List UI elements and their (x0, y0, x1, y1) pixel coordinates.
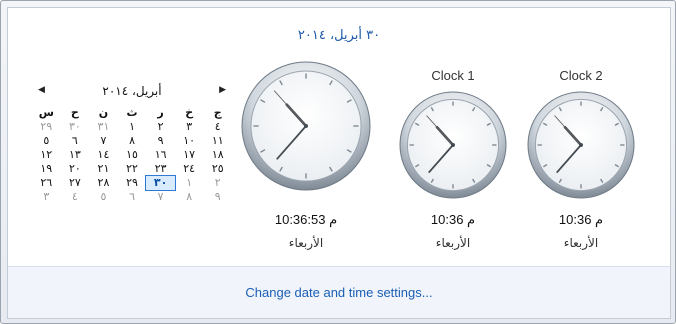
clock-center (304, 124, 308, 128)
calendar-day[interactable]: ٦ (118, 190, 147, 204)
calendar-day[interactable]: ٢٤ (175, 162, 204, 176)
calendar-grid: س ح ن ث ر خ ج ٢٩ ٣٠ ٣١ ١ ٢ ٣ ٤ ٥ ٦ ٧ ٨ ٩… (32, 106, 232, 204)
calendar-day[interactable]: ١٣ (61, 148, 90, 162)
calendar-day[interactable]: ٦ (61, 134, 90, 148)
calendar-day[interactable]: ١٤ (89, 148, 118, 162)
clock-day: الأربعاء (435, 236, 471, 250)
clock-time: 10:36 م (558, 212, 604, 227)
clock-title: Clock 2 (559, 68, 603, 83)
calendar-day[interactable]: ٨ (118, 134, 147, 148)
calendar-day[interactable]: ٢٩ (118, 176, 147, 190)
calendar-day[interactable]: ١٩ (32, 162, 61, 176)
current-date-label[interactable]: ٣٠ أبريل، ٢٠١٤ (8, 28, 670, 43)
calendar-day[interactable]: ٥ (32, 134, 61, 148)
analog-clock-face (527, 91, 635, 199)
calendar-header: ◀ أبريل، ٢٠١٤ ▶ (32, 82, 232, 102)
calendar-day[interactable]: ٢٥ (203, 162, 232, 176)
calendar-day[interactable]: ٨ (175, 190, 204, 204)
footer-bar: Change date and time settings... (8, 266, 670, 318)
calendar-day[interactable]: ١٨ (203, 148, 232, 162)
day-of-week: ج (213, 106, 222, 119)
main-clock: 10:36:53 م الأربعاء (240, 60, 372, 260)
calendar-day[interactable]: ٣ (175, 120, 204, 134)
calendar-week-row: ١٢ ١٣ ١٤ ١٥ ١٦ ١٧ ١٨ (32, 148, 232, 162)
day-of-week: س (38, 106, 54, 119)
calendar-day[interactable]: ٤ (203, 120, 232, 134)
calendar-day[interactable]: ٥ (89, 190, 118, 204)
days-of-week-row: س ح ن ث ر خ ج (32, 106, 232, 120)
calendar-day[interactable]: ٩ (146, 134, 175, 148)
clock-day: الأربعاء (288, 236, 324, 250)
calendar-day[interactable]: ٢٧ (61, 176, 90, 190)
calendar-day[interactable]: ١٠ (175, 134, 204, 148)
calendar-day[interactable]: ٢١ (89, 162, 118, 176)
day-of-week: ر (157, 106, 164, 119)
clock-center (579, 143, 583, 147)
calendar-day[interactable]: ١٧ (175, 148, 204, 162)
calendar-day[interactable]: ١ (175, 176, 204, 190)
day-of-week: خ (185, 106, 194, 119)
calendar-day[interactable]: ٤ (61, 190, 90, 204)
additional-clock-1: Clock 1 10:36 م الأربعاء (398, 66, 508, 260)
change-date-time-settings-link[interactable]: Change date and time settings... (245, 285, 432, 300)
calendar-day[interactable]: ١ (118, 120, 147, 134)
calendar-day[interactable]: ٢٩ (32, 120, 61, 134)
calendar-day[interactable]: ٢٢ (118, 162, 147, 176)
calendar-day[interactable]: ٢ (203, 176, 232, 190)
calendar-day[interactable]: ٢٦ (32, 176, 61, 190)
calendar-week-row: ٣ ٤ ٥ ٦ ٧ ٨ ٩ (32, 190, 232, 204)
calendar-month-title[interactable]: أبريل، ٢٠١٤ (32, 84, 232, 98)
calendar-day[interactable]: ١٥ (118, 148, 147, 162)
clock-day: الأربعاء (563, 236, 599, 250)
month-calendar: ◀ أبريل، ٢٠١٤ ▶ س ح ن ث ر خ ج ٢٩ ٣٠ ٣١ ١… (32, 82, 232, 204)
flyout-panel: ٣٠ أبريل، ٢٠١٤ ◀ أبريل، ٢٠١٤ ▶ س ح ن ث ر… (7, 7, 671, 319)
calendar-day[interactable]: ٧ (146, 190, 175, 204)
clock-time: 10:36 م (430, 212, 476, 227)
additional-clock-2: Clock 2 10:36 م الأربعاء (526, 66, 636, 260)
calendar-day[interactable]: ٢٠ (61, 162, 90, 176)
calendar-day[interactable]: ٢٣ (146, 162, 175, 176)
calendar-day[interactable]: ٣ (32, 190, 61, 204)
analog-clock-face (241, 61, 371, 191)
calendar-day[interactable]: ٣٠ (61, 120, 90, 134)
calendar-week-row: ٢٩ ٣٠ ٣١ ١ ٢ ٣ ٤ (32, 120, 232, 134)
calendar-day[interactable]: ٢٨ (89, 176, 118, 190)
calendar-day[interactable]: ١١ (203, 134, 232, 148)
analog-clock-face (399, 91, 507, 199)
day-of-week: ح (70, 106, 79, 119)
calendar-day[interactable]: ٣١ (89, 120, 118, 134)
day-of-week: ث (126, 106, 138, 119)
calendar-day-today[interactable]: ٣٠ (145, 175, 176, 191)
calendar-week-row: ١٩ ٢٠ ٢١ ٢٢ ٢٣ ٢٤ ٢٥ (32, 162, 232, 176)
calendar-day[interactable]: ٧ (89, 134, 118, 148)
day-of-week: ن (98, 106, 109, 119)
right-arrow-icon[interactable]: ▶ (219, 85, 226, 95)
calendar-day[interactable]: ٢ (146, 120, 175, 134)
calendar-day[interactable]: ١٢ (32, 148, 61, 162)
clock-title: Clock 1 (431, 68, 475, 83)
calendar-day[interactable]: ٩ (203, 190, 232, 204)
clock-time: 10:36:53 م (274, 212, 338, 227)
calendar-day[interactable]: ١٦ (146, 148, 175, 162)
date-time-flyout: ٣٠ أبريل، ٢٠١٤ ◀ أبريل، ٢٠١٤ ▶ س ح ن ث ر… (0, 0, 676, 324)
clock-center (451, 143, 455, 147)
calendar-week-row: ٥ ٦ ٧ ٨ ٩ ١٠ ١١ (32, 134, 232, 148)
calendar-week-row: ٢٦ ٢٧ ٢٨ ٢٩ ٣٠ ١ ٢ (32, 175, 232, 191)
